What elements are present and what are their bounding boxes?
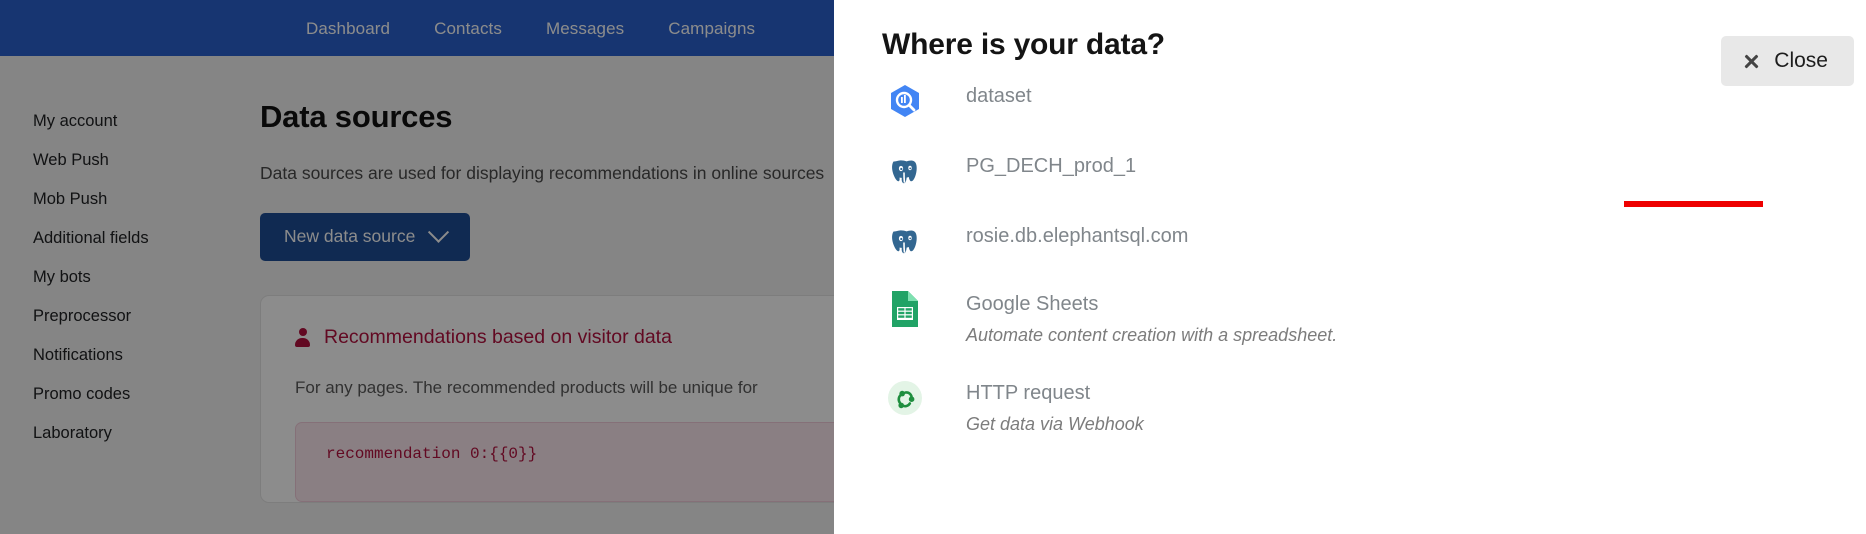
new-data-source-label: New data source xyxy=(284,226,416,247)
sidebar-item-promo-codes[interactable]: Promo codes xyxy=(0,375,224,414)
google-sheets-icon xyxy=(882,286,928,332)
data-source-description: Get data via Webhook xyxy=(966,414,1144,434)
nav-item-contacts[interactable]: Contacts xyxy=(434,20,502,37)
sidebar-item-label: Additional fields xyxy=(33,229,149,247)
data-source-item-dataset[interactable]: dataset xyxy=(882,78,1032,124)
data-source-label: rosie.db.elephantsql.com xyxy=(966,225,1189,247)
nav-item-campaigns[interactable]: Campaigns xyxy=(668,20,755,37)
data-source-label: HTTP request xyxy=(966,382,1091,404)
sidebar-item-label: Preprocessor xyxy=(33,307,132,325)
data-source-text: Google Sheets Automate content creation … xyxy=(966,286,1337,348)
sidebar-item-label: Promo codes xyxy=(33,385,131,403)
close-button[interactable]: Close xyxy=(1721,36,1854,86)
postgresql-icon xyxy=(882,148,928,194)
data-source-item-http-request[interactable]: HTTP request Get data via Webhook xyxy=(882,375,1144,437)
modal-title: Where is your data? xyxy=(882,28,1165,61)
data-source-item-google-sheets[interactable]: Google Sheets Automate content creation … xyxy=(882,286,1337,348)
webhook-icon xyxy=(882,375,928,421)
sidebar-item-label: Notifications xyxy=(33,346,123,364)
sidebar-item-label: My account xyxy=(33,112,118,130)
bigquery-dataset-icon xyxy=(882,78,928,124)
sidebar-item-label: Laboratory xyxy=(33,424,112,442)
annotation-underline xyxy=(1624,201,1763,207)
sidebar-item-label: Mob Push xyxy=(33,190,108,208)
sidebar: My account Web Push Mob Push Additional … xyxy=(0,56,224,534)
sidebar-item-preprocessor[interactable]: Preprocessor xyxy=(0,297,224,336)
sidebar-item-label: Web Push xyxy=(33,151,109,169)
sidebar-item-laboratory[interactable]: Laboratory xyxy=(0,414,224,453)
data-source-label: dataset xyxy=(966,85,1032,107)
sidebar-item-my-bots[interactable]: My bots xyxy=(0,258,224,297)
data-source-item-pg-dech-prod-1[interactable]: PG_DECH_prod_1 xyxy=(882,148,1136,194)
data-source-text: PG_DECH_prod_1 xyxy=(966,148,1136,179)
person-icon xyxy=(295,328,310,348)
data-source-text: dataset xyxy=(966,78,1032,109)
nav-items: Dashboard Contacts Messages Campaigns xyxy=(306,20,755,37)
data-source-description: Automate content creation with a spreads… xyxy=(966,325,1338,345)
recommendations-card-title: Recommendations based on visitor data xyxy=(324,326,672,349)
data-source-label: PG_DECH_prod_1 xyxy=(966,155,1137,177)
close-button-label: Close xyxy=(1774,49,1828,72)
sidebar-item-mob-push[interactable]: Mob Push xyxy=(0,180,224,219)
nav-item-messages[interactable]: Messages xyxy=(546,20,624,37)
nav-item-dashboard[interactable]: Dashboard xyxy=(306,20,390,37)
chevron-down-icon xyxy=(428,222,450,244)
sidebar-item-label: My bots xyxy=(33,268,91,286)
where-is-your-data-modal: Where is your data? Close dataset PG_DEC… xyxy=(834,0,1866,534)
sidebar-item-additional-fields[interactable]: Additional fields xyxy=(0,219,224,258)
data-source-item-rosie-db[interactable]: rosie.db.elephantsql.com xyxy=(882,218,1188,264)
close-icon xyxy=(1743,53,1760,70)
sidebar-item-notifications[interactable]: Notifications xyxy=(0,336,224,375)
sidebar-item-my-account[interactable]: My account xyxy=(0,102,224,141)
data-source-label: Google Sheets xyxy=(966,293,1099,315)
sidebar-item-web-push[interactable]: Web Push xyxy=(0,141,224,180)
data-source-text: HTTP request Get data via Webhook xyxy=(966,375,1144,437)
data-source-text: rosie.db.elephantsql.com xyxy=(966,218,1188,249)
postgresql-icon xyxy=(882,218,928,264)
new-data-source-button[interactable]: New data source xyxy=(260,213,471,262)
